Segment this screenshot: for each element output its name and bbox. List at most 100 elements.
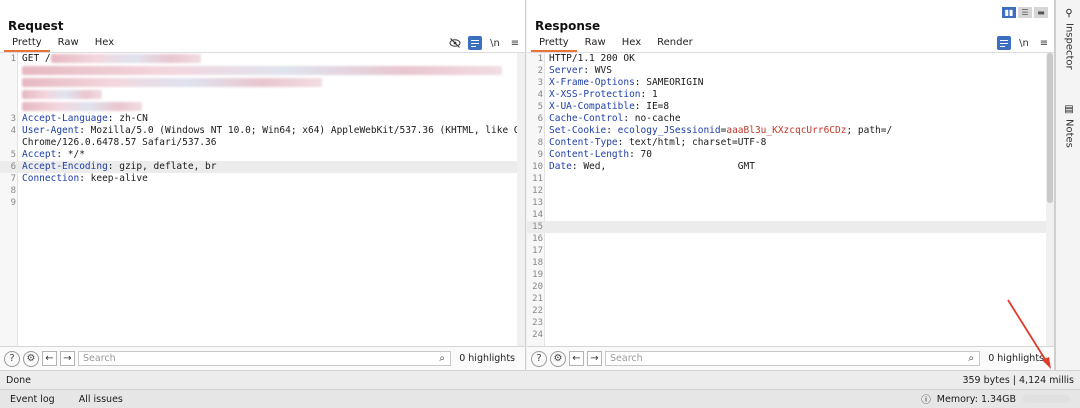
request-line[interactable]: 1 GET /: [0, 53, 517, 65]
response-search-input[interactable]: [605, 351, 981, 366]
response-line[interactable]: 19: [527, 269, 1046, 281]
request-tab-raw[interactable]: Raw: [50, 36, 87, 52]
gear-icon[interactable]: ⚙: [23, 350, 39, 367]
line-number: 14: [532, 210, 543, 220]
response-tab-pretty[interactable]: Pretty: [531, 36, 577, 52]
response-line[interactable]: 8 Content-Type: text/html; charset=UTF-8: [527, 137, 1046, 149]
layout-split-icon[interactable]: ▮▮: [1002, 7, 1016, 18]
response-line[interactable]: 17: [527, 245, 1046, 257]
response-line[interactable]: 24: [527, 329, 1046, 341]
wrap-icon[interactable]: [468, 36, 482, 50]
response-line[interactable]: 4 X-XSS-Protection: 1: [527, 89, 1046, 101]
request-line[interactable]: [0, 89, 517, 101]
response-scrollbar[interactable]: [1046, 53, 1054, 346]
gear-icon[interactable]: ⚙: [550, 350, 566, 367]
header-name: X-Frame-Options: [549, 77, 635, 88]
response-line[interactable]: 3 X-Frame-Options: SAMEORIGIN: [527, 77, 1046, 89]
response-line[interactable]: 2 Server: WVS: [527, 65, 1046, 77]
request-line[interactable]: 7 Connection: keep-alive: [0, 173, 517, 185]
all-issues-link[interactable]: All issues: [79, 394, 123, 405]
request-line[interactable]: 3 Accept-Language: zh-CN: [0, 113, 517, 125]
response-line[interactable]: 11: [527, 173, 1046, 185]
request-title: Request: [8, 19, 64, 33]
request-line[interactable]: 8: [0, 185, 517, 197]
event-log-link[interactable]: Event log: [10, 394, 55, 405]
response-tab-render[interactable]: Render: [649, 36, 701, 52]
response-line[interactable]: 15: [527, 221, 1046, 233]
response-editor[interactable]: 1 HTTP/1.1 200 OK 2 Server: WVS 3 X-Frame-Opt…: [527, 53, 1046, 346]
line-number: 17: [532, 246, 543, 256]
arrow-right-icon[interactable]: →: [60, 351, 75, 366]
response-tabs: Pretty Raw Hex Render: [531, 36, 701, 52]
request-line[interactable]: Chrome/126.0.6478.57 Safari/537.36: [0, 137, 517, 149]
response-line[interactable]: 22: [527, 305, 1046, 317]
wrap-icon[interactable]: [997, 36, 1011, 50]
code-text: : zh-CN: [107, 113, 148, 124]
header-name: Server: [549, 65, 584, 76]
menu-icon[interactable]: ≡: [1037, 36, 1051, 50]
response-line[interactable]: 21: [527, 293, 1046, 305]
response-line[interactable]: 5 X-UA-Compatible: IE=8: [527, 101, 1046, 113]
request-tab-hex[interactable]: Hex: [87, 36, 122, 52]
code-text: : text/html; charset=UTF-8: [617, 137, 767, 148]
inspector-tab[interactable]: ⚲ Inspector: [1059, 8, 1079, 70]
newline-icon[interactable]: \n: [1017, 36, 1031, 50]
arrow-right-icon[interactable]: →: [587, 351, 602, 366]
response-line[interactable]: 18: [527, 257, 1046, 269]
search-icon[interactable]: ⌕: [434, 353, 450, 364]
request-line[interactable]: [0, 77, 517, 89]
response-scrollbar-thumb[interactable]: [1047, 53, 1053, 203]
line-number: 3: [537, 78, 543, 88]
response-tab-hex[interactable]: Hex: [614, 36, 649, 52]
line-number: 22: [532, 306, 543, 316]
redacted-block: [22, 78, 322, 87]
help-icon[interactable]: ?: [4, 350, 20, 367]
help-icon[interactable]: ?: [531, 350, 547, 367]
line-number: 18: [532, 258, 543, 268]
search-icon[interactable]: ⌕: [963, 353, 979, 364]
request-search-input[interactable]: [78, 351, 452, 366]
response-line[interactable]: 6 Cache-Control: no-cache: [527, 113, 1046, 125]
line-code: Set-Cookie: ecology_JSessionid=aaaBl3u_K…: [549, 125, 892, 137]
newline-icon[interactable]: \n: [488, 36, 502, 50]
line-number: 21: [532, 294, 543, 304]
arrow-left-icon[interactable]: ←: [569, 351, 584, 366]
line-number: 7: [10, 174, 16, 184]
request-editor[interactable]: 1 GET / 3 Accept-Language: zh-CN 4 User-Agent…: [0, 53, 517, 346]
menu-icon[interactable]: ≡: [508, 36, 522, 50]
header-name: Cache-Control: [549, 113, 624, 124]
layout-single-icon[interactable]: ▬: [1034, 7, 1048, 18]
response-tab-raw[interactable]: Raw: [577, 36, 614, 52]
line-number: 16: [532, 234, 543, 244]
eye-slash-icon[interactable]: [448, 36, 462, 50]
request-tab-pretty[interactable]: Pretty: [4, 36, 50, 52]
layout-rows-icon[interactable]: ☰: [1018, 7, 1032, 18]
notes-tab[interactable]: ▤ Notes: [1059, 104, 1079, 148]
request-line[interactable]: 5 Accept: */*: [0, 149, 517, 161]
request-line[interactable]: [0, 101, 517, 113]
redacted-block: [22, 66, 502, 75]
status-text: Done: [6, 374, 31, 386]
request-scrollbar[interactable]: [517, 53, 525, 346]
response-line[interactable]: 9 Content-Length: 70: [527, 149, 1046, 161]
response-line[interactable]: 16: [527, 233, 1046, 245]
response-line[interactable]: 1 HTTP/1.1 200 OK: [527, 53, 1046, 65]
request-line[interactable]: 6 Accept-Encoding: gzip, deflate, br: [0, 161, 517, 173]
response-line[interactable]: 10 Date: Wed, GMT: [527, 161, 1046, 173]
response-line[interactable]: 20: [527, 281, 1046, 293]
arrow-left-icon[interactable]: ←: [42, 351, 57, 366]
line-code: HTTP/1.1 200 OK: [549, 53, 635, 65]
response-toolbar: \n ≡: [997, 36, 1051, 50]
response-line[interactable]: 7 Set-Cookie: ecology_JSessionid=aaaBl3u_…: [527, 125, 1046, 137]
response-line[interactable]: 12: [527, 185, 1046, 197]
response-size-timing: 359 bytes | 4,124 millis: [962, 374, 1074, 386]
request-line[interactable]: [0, 65, 517, 77]
request-line[interactable]: 9: [0, 197, 517, 209]
request-line[interactable]: 4 User-Agent: Mozilla/5.0 (Windows NT 10.…: [0, 125, 517, 137]
line-code: Cache-Control: no-cache: [549, 113, 681, 125]
response-line[interactable]: 23: [527, 317, 1046, 329]
line-number: 10: [532, 162, 543, 172]
response-line[interactable]: 14: [527, 209, 1046, 221]
response-line[interactable]: 13: [527, 197, 1046, 209]
header-name: Accept-Language: [22, 113, 108, 124]
